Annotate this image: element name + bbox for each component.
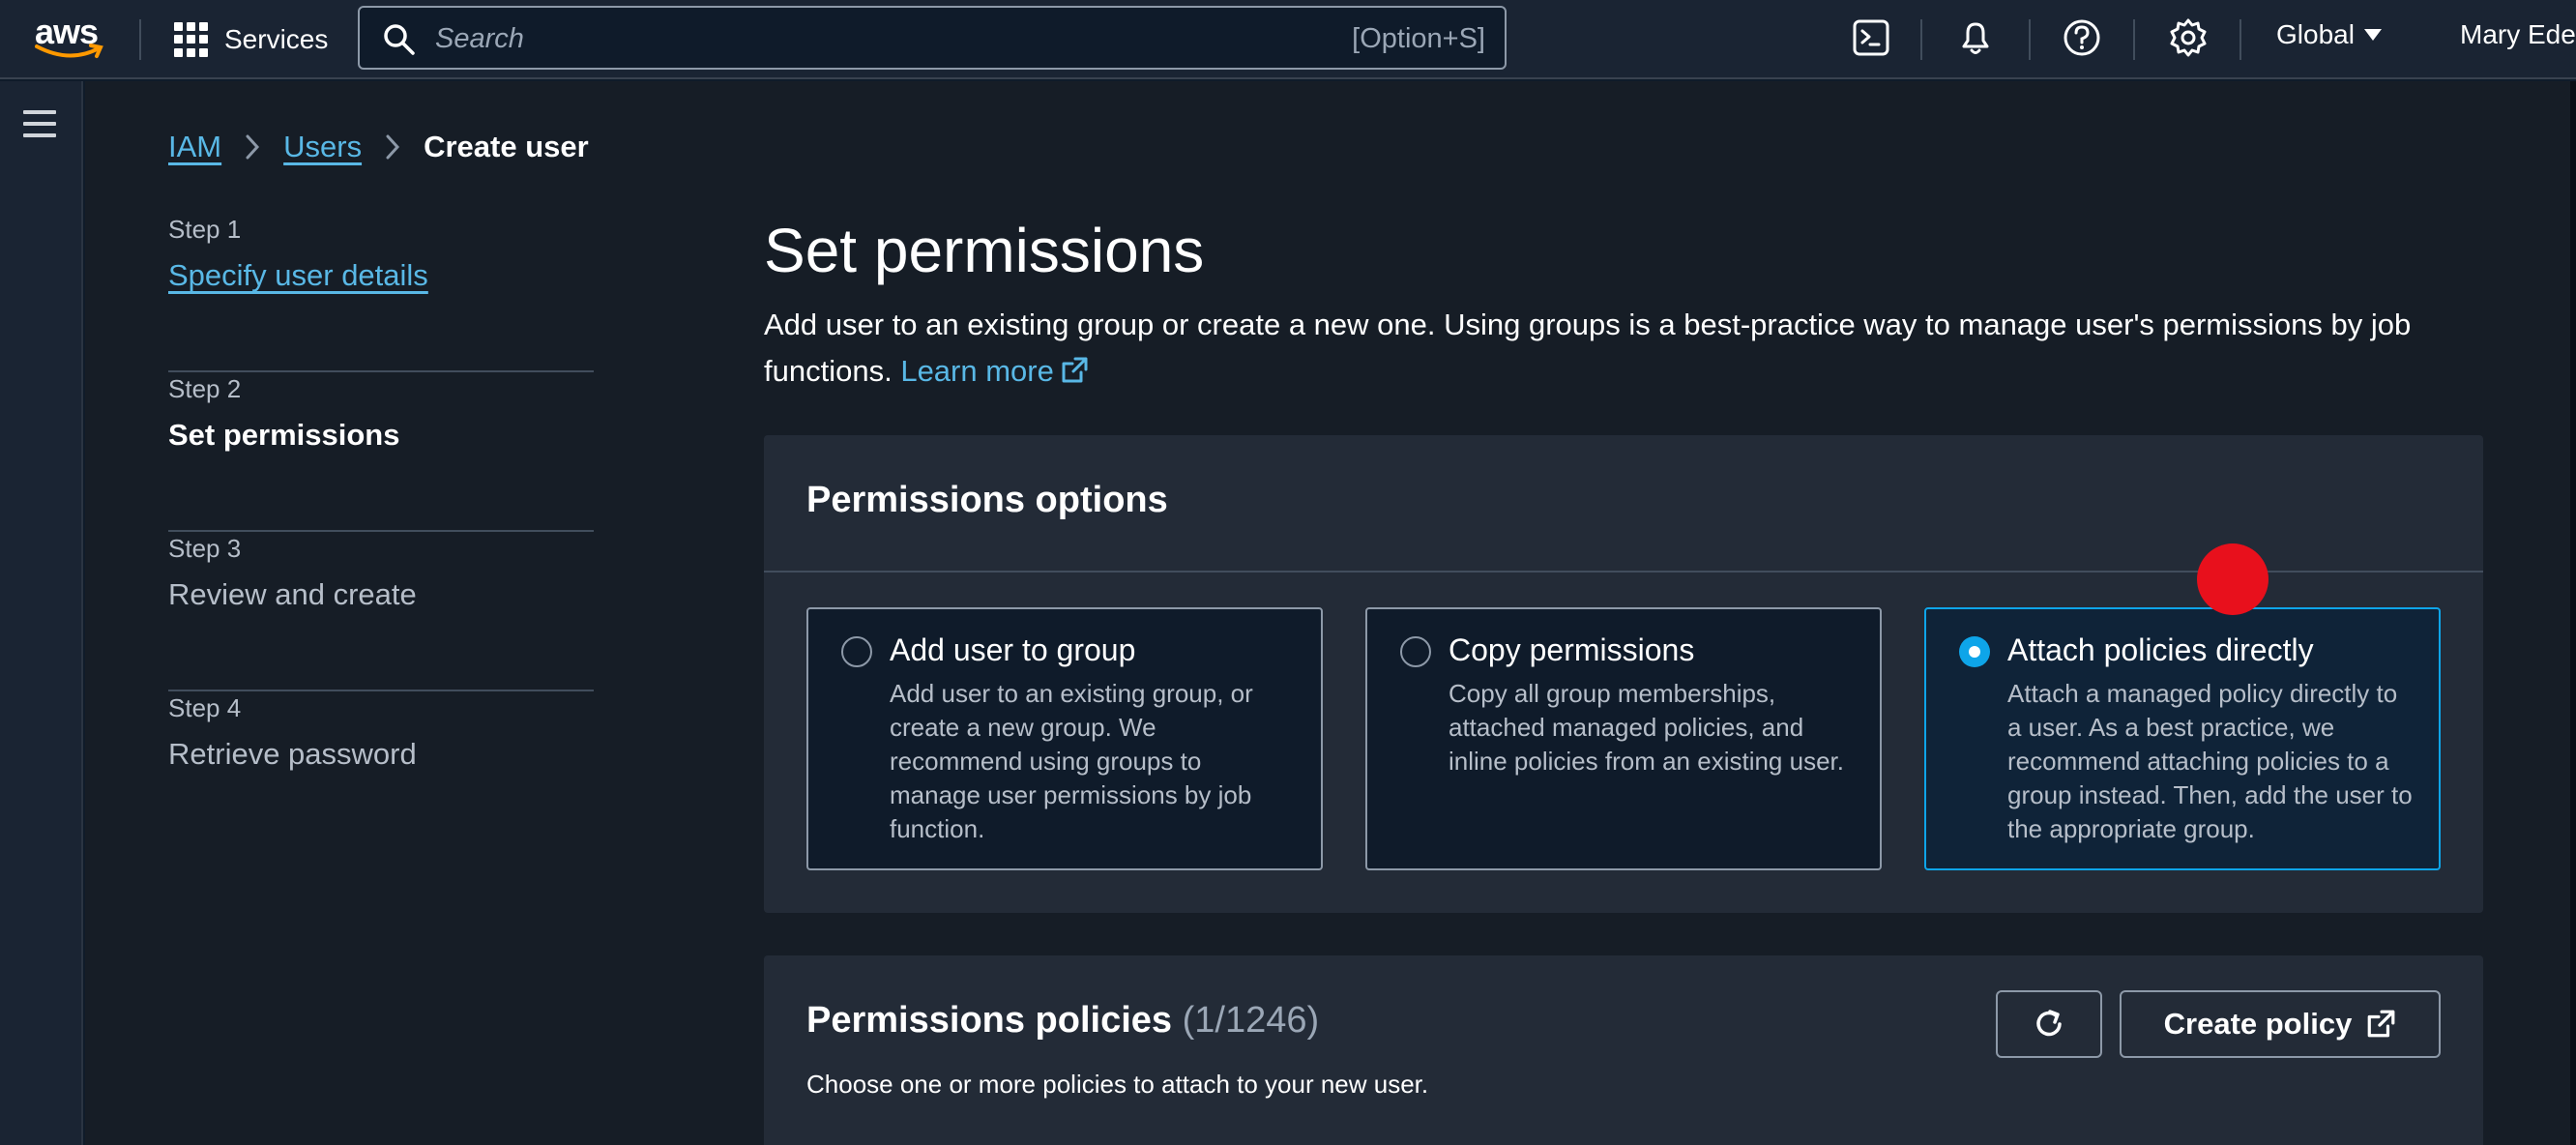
- click-indicator-marker: [2197, 543, 2269, 615]
- services-grid-icon: [174, 22, 209, 57]
- settings-gear-icon[interactable]: [2166, 15, 2210, 60]
- nav-divider: [139, 19, 141, 60]
- option-title: Copy permissions: [1449, 632, 1695, 667]
- services-menu-button[interactable]: Services: [174, 17, 328, 62]
- learn-more-label: Learn more: [900, 354, 1054, 388]
- nav-divider: [2239, 19, 2241, 60]
- step-number: Step 4: [168, 693, 242, 722]
- step-number: Step 3: [168, 534, 242, 563]
- aws-smile-icon: [35, 44, 103, 58]
- radio-button[interactable]: [841, 636, 872, 667]
- step-number: Step 1: [168, 215, 242, 244]
- breadcrumb-users[interactable]: Users: [283, 130, 362, 164]
- external-link-icon: [1062, 357, 1088, 383]
- scrollbar-track[interactable]: [2570, 81, 2576, 1145]
- chevron-right-icon: [246, 134, 260, 160]
- top-navigation: aws Services Search [Option+S] Global Ma…: [0, 0, 2576, 79]
- search-icon: [384, 24, 415, 55]
- aws-logo[interactable]: aws: [35, 12, 108, 60]
- region-selector[interactable]: Global: [2276, 19, 2382, 50]
- permissions-options-container: Permissions options Add user to group Ad…: [764, 435, 2483, 913]
- page-description: Add user to an existing group or create …: [764, 302, 2485, 395]
- breadcrumb: IAM Users Create user: [168, 130, 589, 164]
- external-link-icon: [2368, 1010, 2395, 1038]
- step-link-specify-user-details[interactable]: Specify user details: [168, 258, 594, 293]
- wizard-steps: Step 1 Specify user details Step 2 Set p…: [168, 213, 594, 851]
- option-description: Attach a managed policy directly to a us…: [2007, 679, 2413, 843]
- step-title: Review and create: [168, 577, 417, 611]
- search-input[interactable]: Search [Option+S]: [358, 6, 1507, 70]
- permissions-policies-title: Permissions policies (1/1246): [806, 1000, 1319, 1042]
- nav-divider: [2029, 19, 2031, 60]
- wizard-step-2: Step 2 Set permissions: [168, 372, 594, 532]
- radio-button[interactable]: [1400, 636, 1431, 667]
- caret-down-icon: [2363, 29, 2382, 41]
- notifications-bell-icon[interactable]: [1953, 15, 1998, 60]
- breadcrumb-current: Create user: [424, 130, 589, 163]
- nav-divider: [1920, 19, 1922, 60]
- step-number: Step 2: [168, 374, 242, 403]
- learn-more-link[interactable]: Learn more: [900, 354, 1089, 388]
- policies-description: Choose one or more policies to attach to…: [806, 1070, 1429, 1099]
- wizard-step-3: Step 3 Review and create: [168, 532, 594, 691]
- wizard-step-1: Step 1 Specify user details: [168, 213, 594, 372]
- cloudshell-icon[interactable]: [1849, 15, 1893, 60]
- option-description: Copy all group memberships, attached man…: [1449, 679, 1844, 776]
- nav-divider: [2133, 19, 2135, 60]
- policies-count: (1/1246): [1182, 1000, 1320, 1041]
- option-add-user-to-group[interactable]: Add user to group Add user to an existin…: [806, 607, 1323, 870]
- breadcrumb-iam[interactable]: IAM: [168, 130, 221, 164]
- refresh-button[interactable]: [1996, 990, 2102, 1058]
- option-title: Attach policies directly: [2007, 632, 2314, 667]
- permissions-policies-container: Permissions policies (1/1246) Choose one…: [764, 955, 2483, 1145]
- radio-button-selected[interactable]: [1959, 636, 1990, 667]
- option-copy-permissions[interactable]: Copy permissions Copy all group membersh…: [1365, 607, 1882, 870]
- menu-hamburger-icon[interactable]: [23, 110, 58, 139]
- option-title: Add user to group: [890, 632, 1136, 667]
- step-title: Retrieve password: [168, 737, 417, 771]
- search-placeholder: Search: [435, 23, 524, 54]
- chevron-right-icon: [386, 134, 400, 160]
- create-policy-button[interactable]: Create policy: [2120, 990, 2441, 1058]
- account-menu[interactable]: Mary Edeh: [2460, 19, 2576, 50]
- services-label: Services: [224, 24, 329, 54]
- option-attach-policies-directly[interactable]: Attach policies directly Attach a manage…: [1924, 607, 2441, 870]
- option-description: Add user to an existing group, or create…: [890, 679, 1253, 843]
- region-label: Global: [2276, 19, 2355, 49]
- step-title-current: Set permissions: [168, 418, 400, 452]
- create-policy-label: Create policy: [2163, 1007, 2353, 1041]
- refresh-icon: [2036, 1010, 2062, 1037]
- permissions-options-title: Permissions options: [806, 480, 1168, 520]
- side-navigation-rail: [0, 81, 83, 1145]
- wizard-step-4: Step 4 Retrieve password: [168, 691, 594, 851]
- search-shortcut-hint: [Option+S]: [1352, 23, 1485, 54]
- help-icon[interactable]: [2060, 15, 2104, 60]
- policies-title-text: Permissions policies: [806, 1000, 1173, 1041]
- page-title: Set permissions: [764, 216, 1205, 285]
